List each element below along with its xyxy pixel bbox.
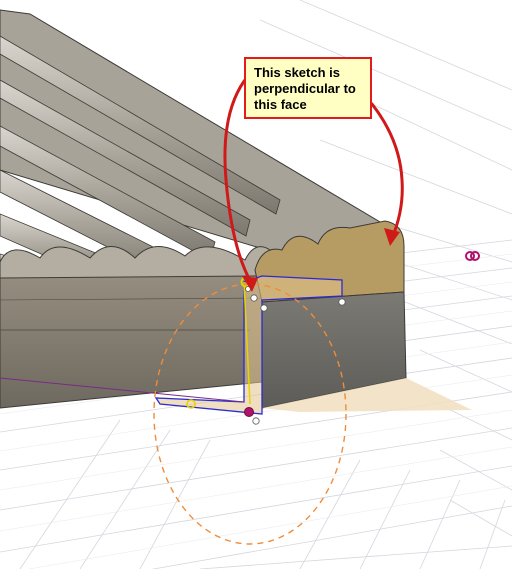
callout-line-2: perpendicular to	[254, 81, 356, 96]
callout-line-1: This sketch is	[254, 65, 340, 80]
coincident-constraint-icon	[244, 407, 254, 417]
sketch-point-icon	[338, 298, 346, 306]
sketch-point-icon	[260, 304, 268, 312]
body-front-face[interactable]	[0, 275, 263, 409]
annotation-callout: This sketch is perpendicular to this fac…	[244, 57, 372, 119]
callout-line-3: this face	[254, 97, 307, 112]
sketch-point-icon	[252, 417, 260, 425]
sketch-point-icon	[250, 294, 258, 302]
origin-marker-icon[interactable]	[465, 251, 480, 261]
